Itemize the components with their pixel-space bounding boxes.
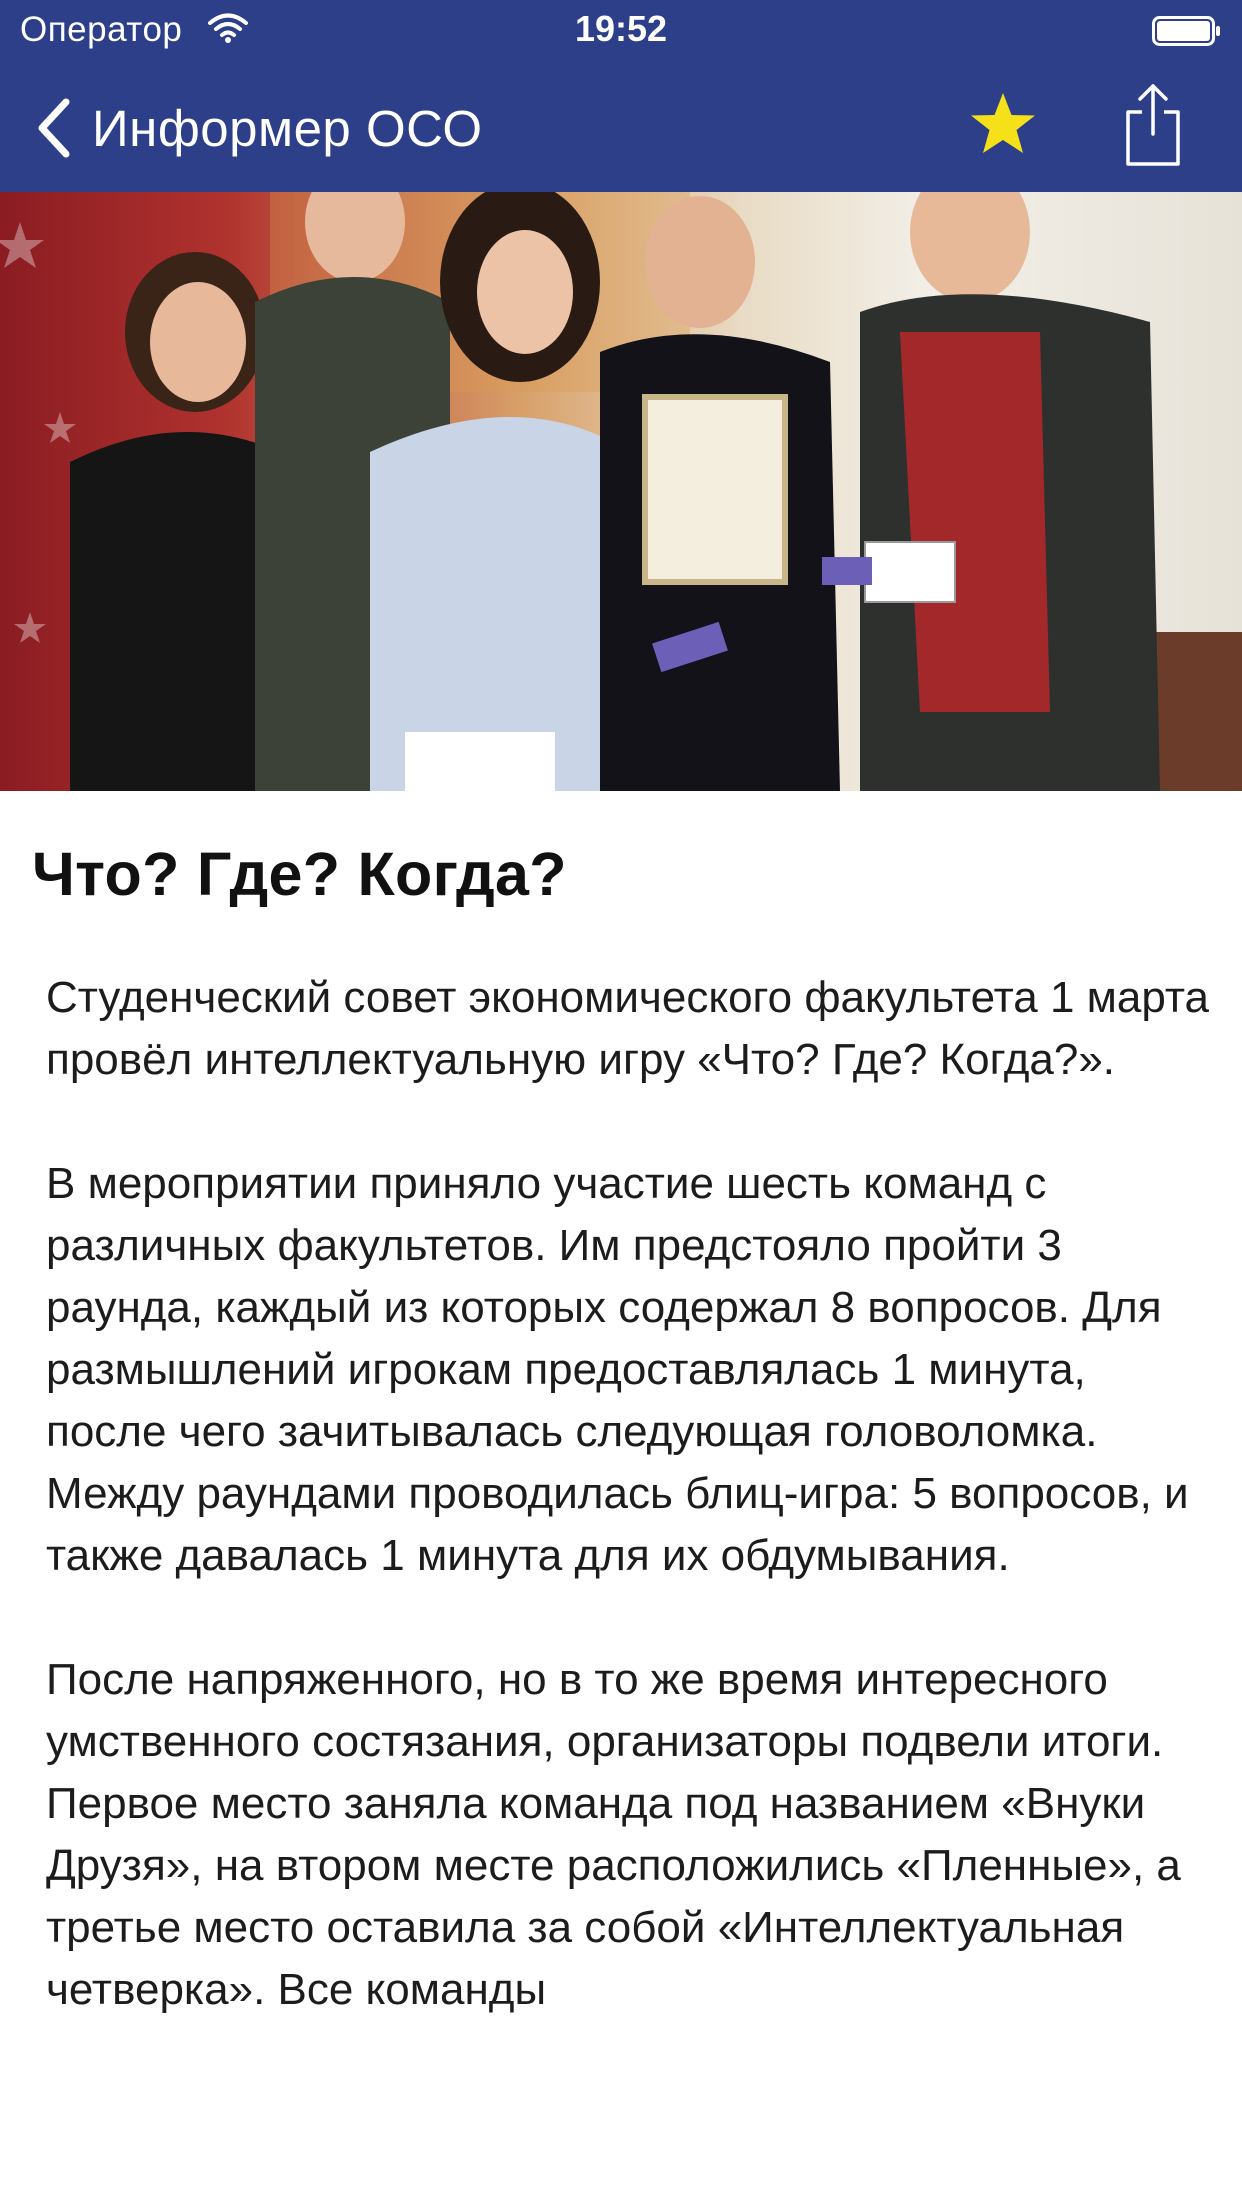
article-paragraph: В мероприятии приняло участие шесть кома… — [46, 1159, 1189, 1580]
share-icon[interactable] — [1122, 82, 1184, 168]
article-paragraph: Студенческий совет экономического факуль… — [46, 973, 1209, 1084]
status-bar: Оператор 19:52 — [0, 0, 1242, 64]
back-button[interactable]: Информер ОСО — [34, 92, 483, 164]
navigation-bar: Информер ОСО — [0, 64, 1242, 192]
star-icon[interactable] — [968, 90, 1038, 160]
chevron-left-icon — [38, 98, 70, 158]
top-bar: Оператор 19:52 Информер ОСО — [0, 0, 1242, 192]
article-body: Студенческий совет экономического факуль… — [46, 967, 1216, 2083]
photo-illustration — [0, 192, 1242, 791]
article-title: Что? Где? Когда? — [32, 840, 567, 908]
clock: 19:52 — [574, 8, 668, 49]
battery-icon — [1152, 16, 1220, 46]
back-button-label: Информер ОСО — [92, 99, 483, 157]
article-paragraph: После напряженного, но в то же время инт… — [46, 1655, 1181, 2014]
article-hero-photo — [0, 192, 1242, 791]
